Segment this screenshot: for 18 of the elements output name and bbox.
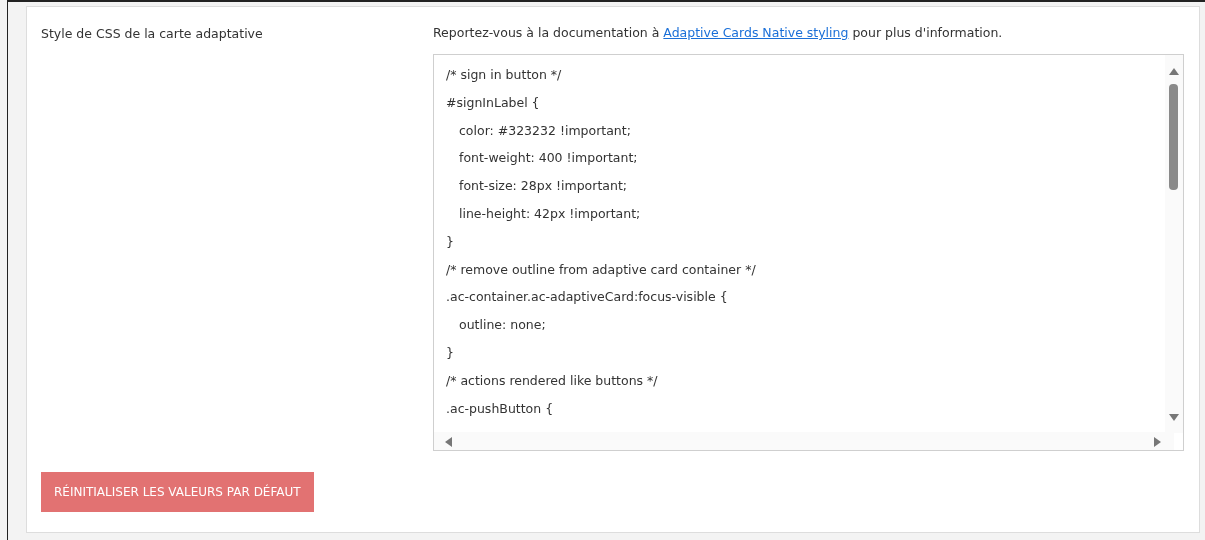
code-line: /* sign in button */ xyxy=(446,66,563,84)
code-line: line-height: 42px !important; xyxy=(458,205,642,223)
setting-label: Style de CSS de la carte adaptative xyxy=(41,25,264,43)
code-line: /* actions rendered like buttons */ xyxy=(446,371,659,390)
code-line: .ac-container.ac-adaptiveCard:focus-visible { xyxy=(446,288,729,307)
code-line: } xyxy=(446,232,455,251)
code-line: } xyxy=(446,343,455,362)
documentation-link[interactable]: Adaptive Cards Native styling xyxy=(663,25,849,40)
code-line: /* remove outline from adaptive card container */ xyxy=(446,260,757,279)
reset-defaults-button[interactable]: RÉINITIALISER LES VALEURS PAR DÉFAUT xyxy=(41,472,314,512)
code-line: color: #323232 !important; xyxy=(458,121,632,140)
code-line: font-weight: 400 !important; xyxy=(458,149,639,168)
code-line: outline: none; xyxy=(458,316,547,335)
css-code-editor[interactable] xyxy=(433,54,1184,451)
code-line: font-size: 28px !important; xyxy=(458,177,628,196)
code-line: #signInLabel { xyxy=(446,93,541,112)
code-line: .ac-pushButton { xyxy=(446,399,555,418)
help-text: Reportez-vous à la documentation à Adaptive Cards Native styling pour plus d'information. xyxy=(433,25,1004,40)
